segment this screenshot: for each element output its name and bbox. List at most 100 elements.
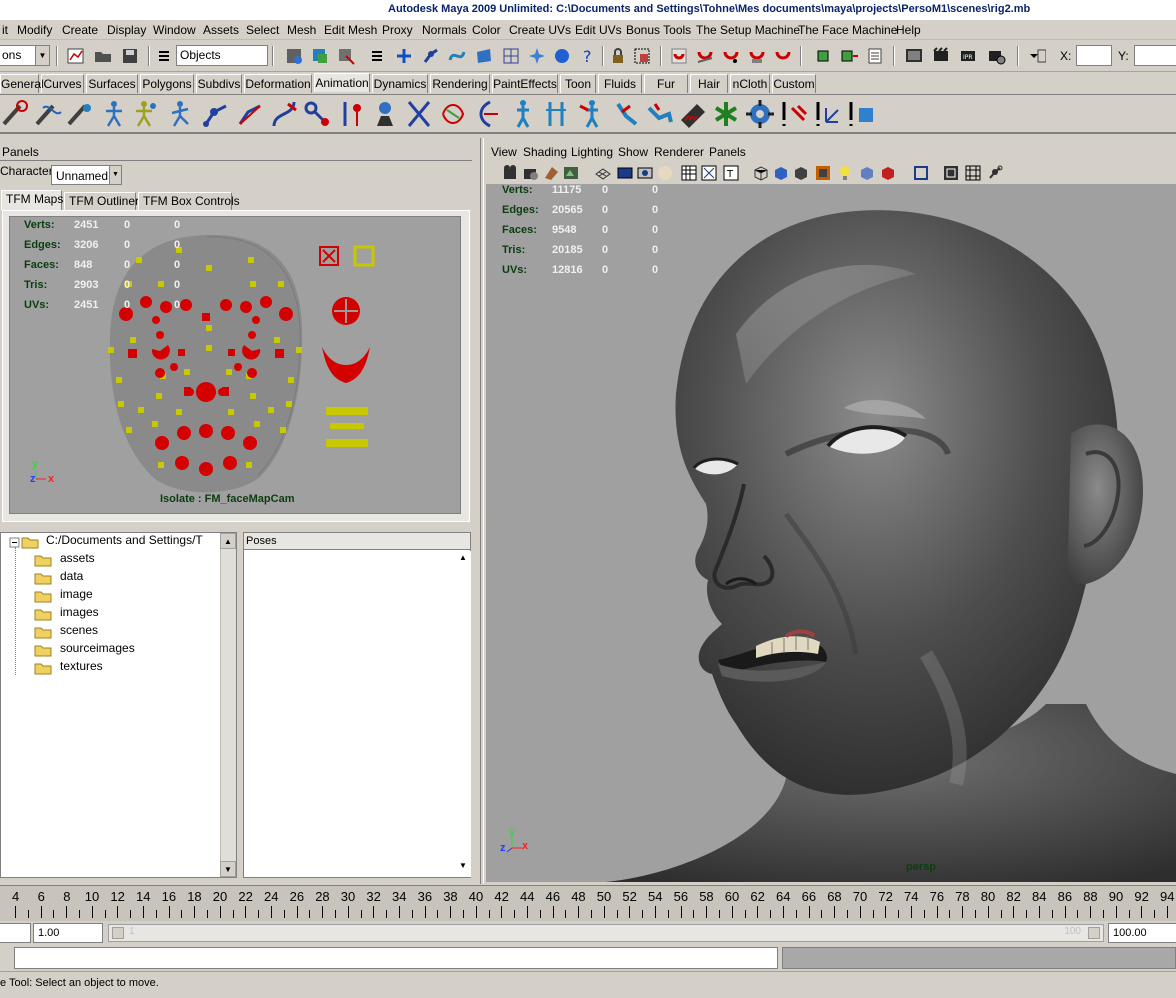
help-icon[interactable]: ?: [578, 46, 598, 66]
asterisk-icon[interactable]: [710, 98, 742, 130]
tab-surfaces[interactable]: Surfaces: [86, 74, 138, 93]
shadows-icon[interactable]: [858, 164, 876, 182]
chevron-down-icon[interactable]: [1026, 46, 1046, 66]
scroll-up-icon[interactable]: ▲: [455, 553, 471, 567]
mel-command-input[interactable]: [14, 947, 778, 969]
tab-ncloth[interactable]: nCloth: [730, 74, 770, 93]
plus-icon[interactable]: [394, 46, 414, 66]
rigid-bind-icon[interactable]: [335, 98, 367, 130]
tab-tfm-box-controls[interactable]: TFM Box Controls: [138, 192, 240, 210]
graph-tool-icon[interactable]: [33, 98, 65, 130]
snap-point-magnet-icon[interactable]: [721, 46, 741, 66]
tab-tfm-maps[interactable]: TFM Maps: [1, 190, 63, 210]
script-axis-icon[interactable]: [812, 98, 844, 130]
object-mask-icon[interactable]: [310, 46, 330, 66]
tab-animation[interactable]: Animation: [314, 73, 370, 92]
menu-face-machine[interactable]: The Face Machine: [798, 23, 897, 37]
menu-mesh[interactable]: Mesh: [287, 23, 316, 37]
component-mask-icon[interactable]: [336, 46, 356, 66]
dope-tool-icon[interactable]: [65, 98, 97, 130]
menu-edit-mesh[interactable]: Edit Mesh: [324, 23, 377, 37]
retarget-icon[interactable]: [576, 98, 608, 130]
resolution-gate-icon[interactable]: [636, 164, 654, 182]
tab-painteffects[interactable]: PaintEffects: [492, 74, 558, 93]
scroll-down-icon[interactable]: ▼: [220, 861, 236, 877]
tree-folder-sourceimages[interactable]: sourceimages: [60, 641, 135, 655]
scroll-down-icon[interactable]: ▼: [455, 861, 471, 875]
render-icon[interactable]: [931, 46, 951, 66]
cluster-icon[interactable]: [470, 98, 502, 130]
tree-folder-assets[interactable]: assets: [60, 551, 95, 565]
menu-item[interactable]: it: [2, 23, 8, 37]
project-file-tree[interactable]: C:/Documents and Settings/T assets data …: [0, 532, 237, 878]
tab-curves[interactable]: Curves: [41, 74, 84, 93]
range-start-input[interactable]: 1.00: [33, 923, 103, 943]
textured-icon[interactable]: [814, 164, 832, 182]
playback-start-input[interactable]: [0, 923, 31, 943]
tab-deformation[interactable]: Deformation: [244, 74, 312, 93]
camera-icon[interactable]: [502, 164, 520, 182]
tab-dynamics[interactable]: Dynamics: [372, 74, 428, 93]
range-end-input[interactable]: 100.00: [1108, 923, 1176, 943]
menu-display[interactable]: Display: [107, 23, 146, 37]
wireframe-icon[interactable]: [752, 164, 770, 182]
menu-window[interactable]: Window: [153, 23, 196, 37]
snap-grid-magnet-icon[interactable]: [669, 46, 689, 66]
high-quality-icon[interactable]: [879, 164, 897, 182]
viewport-menu-renderer[interactable]: Renderer: [654, 145, 704, 159]
sphere-icon[interactable]: [552, 46, 572, 66]
tree-scrollbar[interactable]: ▲ ▼: [220, 533, 236, 877]
input-ops-icon[interactable]: [813, 46, 833, 66]
snap-curve-magnet-icon[interactable]: [695, 46, 715, 66]
viewport-menu-shading[interactable]: Shading: [523, 145, 567, 159]
viewport-menu-show[interactable]: Show: [618, 145, 648, 159]
snap-plane-magnet-icon[interactable]: [747, 46, 767, 66]
mask-options-icon[interactable]: [367, 46, 387, 66]
panels-menu[interactable]: Panels: [2, 145, 39, 159]
character-subset-icon[interactable]: [131, 98, 163, 130]
script-cube-icon[interactable]: [845, 98, 877, 130]
menu-setup-machine[interactable]: The Setup Machine: [696, 23, 800, 37]
bind-skin-icon[interactable]: [301, 98, 333, 130]
tab-fur[interactable]: Fur: [644, 74, 688, 93]
xray-icon[interactable]: [942, 164, 960, 182]
range-handle-end[interactable]: [1088, 927, 1100, 939]
range-bar[interactable]: 1 100: [108, 924, 1104, 942]
render-settings-icon[interactable]: [986, 46, 1006, 66]
mirror-joint-icon[interactable]: [403, 98, 435, 130]
tab-subdivs[interactable]: Subdivs: [196, 74, 242, 93]
ipr-render-icon[interactable]: IPR: [958, 46, 978, 66]
viewport-menu-lighting[interactable]: Lighting: [571, 145, 613, 159]
tab-general[interactable]: General: [0, 74, 44, 93]
menu-color[interactable]: Color: [472, 23, 501, 37]
tab-polygons[interactable]: Polygons: [140, 74, 194, 93]
menu-create[interactable]: Create: [62, 23, 98, 37]
viewport-menu-panels[interactable]: Panels: [709, 145, 746, 159]
curve-icon[interactable]: [447, 46, 467, 66]
menu-edit-uvs[interactable]: Edit UVs: [575, 23, 622, 37]
menu-help[interactable]: Help: [896, 23, 921, 37]
safe-action-icon[interactable]: [700, 164, 718, 182]
wireframe-shaded-icon[interactable]: [792, 164, 810, 182]
graph-icon[interactable]: [66, 46, 86, 66]
range-handle-start[interactable]: [112, 927, 124, 939]
selection-mode-icon[interactable]: [154, 46, 174, 66]
joint-tool-icon[interactable]: [200, 98, 232, 130]
character-set-icon[interactable]: [98, 98, 130, 130]
hierarchy-mask-icon[interactable]: [284, 46, 304, 66]
construction-history-icon[interactable]: [865, 46, 885, 66]
skeleton-limbs-icon[interactable]: [540, 98, 572, 130]
tab-hair[interactable]: Hair: [690, 74, 728, 93]
render-view-icon[interactable]: [904, 46, 924, 66]
tree-folder-textures[interactable]: textures: [60, 659, 103, 673]
menu-assets[interactable]: Assets: [203, 23, 239, 37]
xray-joints-icon[interactable]: [964, 164, 982, 182]
folder-open-icon[interactable]: [93, 46, 113, 66]
y-input[interactable]: [1134, 45, 1176, 66]
face-map-view[interactable]: Verts: 2451 0 0 Edges: 3206 0 0 Faces: 8…: [9, 216, 461, 514]
camera-attributes-icon[interactable]: [522, 164, 540, 182]
tree-folder-images[interactable]: images: [60, 605, 99, 619]
joint-icon[interactable]: [421, 46, 441, 66]
light-bulb-icon[interactable]: [836, 164, 854, 182]
gate-mask-icon[interactable]: [656, 164, 674, 182]
